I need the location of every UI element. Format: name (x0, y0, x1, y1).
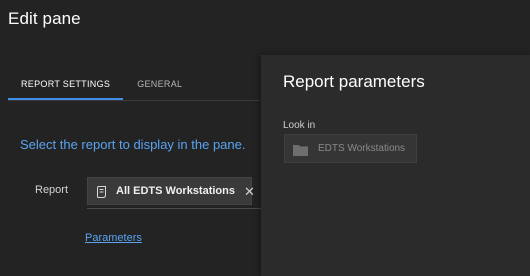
look-in-picker[interactable]: EDTS Workstations (284, 134, 417, 163)
pane-title: Edit pane (8, 9, 81, 28)
folder-icon (293, 143, 308, 156)
report-field-underline (87, 208, 262, 209)
selected-report-chip[interactable]: All EDTS Workstations ✕ (87, 177, 255, 205)
tab-report-settings[interactable]: REPORT SETTINGS (8, 79, 124, 100)
instruction-text: Select the report to display in the pane… (20, 137, 246, 152)
flyout-title: Report parameters (283, 72, 425, 91)
tab-general[interactable]: GENERAL (137, 79, 182, 101)
parameters-link[interactable]: Parameters (85, 232, 142, 244)
report-label: Report (35, 184, 69, 196)
report-parameters-flyout: Report parameters Look in EDTS Workstati… (261, 55, 530, 276)
remove-report-icon[interactable]: ✕ (244, 185, 255, 198)
edit-pane: Edit pane REPORT SETTINGS GENERAL Select… (0, 0, 530, 276)
tab-bar: REPORT SETTINGS GENERAL (8, 79, 182, 101)
look-in-label: Look in (283, 120, 316, 131)
report-document-icon (97, 185, 107, 198)
look-in-value: EDTS Workstations (318, 143, 406, 154)
tab-divider (8, 100, 260, 101)
selected-report-label: All EDTS Workstations (116, 185, 235, 197)
